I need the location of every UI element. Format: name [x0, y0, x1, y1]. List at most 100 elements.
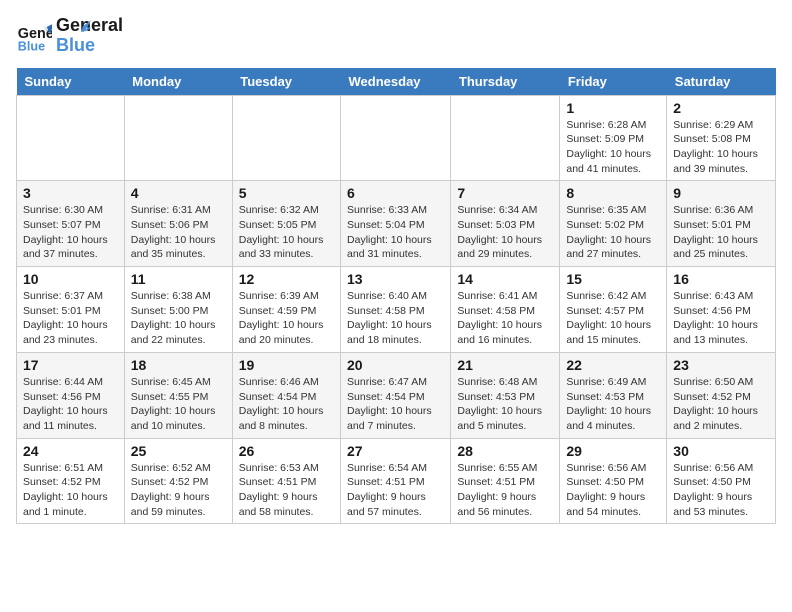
day-details: Sunrise: 6:29 AM Sunset: 5:08 PM Dayligh… [673, 118, 769, 177]
empty-cell [232, 95, 340, 181]
day-number: 1 [566, 100, 660, 116]
day-number: 28 [457, 443, 553, 459]
calendar-day-cell: 3Sunrise: 6:30 AM Sunset: 5:07 PM Daylig… [17, 181, 125, 267]
day-details: Sunrise: 6:35 AM Sunset: 5:02 PM Dayligh… [566, 203, 660, 262]
day-number: 18 [131, 357, 226, 373]
day-details: Sunrise: 6:36 AM Sunset: 5:01 PM Dayligh… [673, 203, 769, 262]
day-details: Sunrise: 6:32 AM Sunset: 5:05 PM Dayligh… [239, 203, 334, 262]
day-number: 10 [23, 271, 118, 287]
day-number: 21 [457, 357, 553, 373]
calendar-day-cell: 23 Sunrise: 6:50 AM Sunset: 4:52 PM Dayli… [667, 352, 776, 438]
calendar-day-cell: 8 Sunrise: 6:35 AM Sunset: 5:02 PM Daylig… [560, 181, 667, 267]
day-details: Sunrise: 6:50 AM Sunset: 4:52 PM Dayligh… [673, 375, 769, 434]
day-details: Sunrise: 6:40 AM Sunset: 4:58 PM Dayligh… [347, 289, 444, 348]
weekday-header-saturday: Saturday [667, 68, 776, 96]
calendar-week-row: 1 Sunrise: 6:28 AM Sunset: 5:09 PM Daylig… [17, 95, 776, 181]
day-details: Sunrise: 6:55 AM Sunset: 4:51 PM Dayligh… [457, 461, 553, 520]
day-details: Sunrise: 6:31 AM Sunset: 5:06 PM Dayligh… [131, 203, 226, 262]
day-details: Sunrise: 6:34 AM Sunset: 5:03 PM Dayligh… [457, 203, 553, 262]
day-number: 12 [239, 271, 334, 287]
day-details: Sunrise: 6:42 AM Sunset: 4:57 PM Dayligh… [566, 289, 660, 348]
weekday-header-wednesday: Wednesday [341, 68, 451, 96]
calendar-day-cell: 6 Sunrise: 6:33 AM Sunset: 5:04 PM Daylig… [341, 181, 451, 267]
calendar-week-row: 17Sunrise: 6:44 AM Sunset: 4:56 PM Dayli… [17, 352, 776, 438]
weekday-header-thursday: Thursday [451, 68, 560, 96]
calendar-day-cell: 17Sunrise: 6:44 AM Sunset: 4:56 PM Dayli… [17, 352, 125, 438]
day-details: Sunrise: 6:33 AM Sunset: 5:04 PM Dayligh… [347, 203, 444, 262]
svg-text:Blue: Blue [18, 39, 45, 53]
day-number: 8 [566, 185, 660, 201]
calendar-week-row: 3Sunrise: 6:30 AM Sunset: 5:07 PM Daylig… [17, 181, 776, 267]
calendar-header: SundayMondayTuesdayWednesdayThursdayFrid… [17, 68, 776, 96]
empty-cell [17, 95, 125, 181]
weekday-header-row: SundayMondayTuesdayWednesdayThursdayFrid… [17, 68, 776, 96]
calendar-day-cell: 14Sunrise: 6:41 AM Sunset: 4:58 PM Dayli… [451, 267, 560, 353]
empty-cell [124, 95, 232, 181]
day-number: 2 [673, 100, 769, 116]
calendar-day-cell: 20 Sunrise: 6:47 AM Sunset: 4:54 PM Dayli… [341, 352, 451, 438]
day-details: Sunrise: 6:54 AM Sunset: 4:51 PM Dayligh… [347, 461, 444, 520]
calendar-day-cell: 12 Sunrise: 6:39 AM Sunset: 4:59 PM Dayli… [232, 267, 340, 353]
calendar-day-cell: 26Sunrise: 6:53 AM Sunset: 4:51 PM Dayli… [232, 438, 340, 524]
calendar-day-cell: 4 Sunrise: 6:31 AM Sunset: 5:06 PM Daylig… [124, 181, 232, 267]
day-details: Sunrise: 6:45 AM Sunset: 4:55 PM Dayligh… [131, 375, 226, 434]
day-details: Sunrise: 6:52 AM Sunset: 4:52 PM Dayligh… [131, 461, 226, 520]
calendar-day-cell: 27 Sunrise: 6:54 AM Sunset: 4:51 PM Dayli… [341, 438, 451, 524]
day-number: 24 [23, 443, 118, 459]
day-details: Sunrise: 6:49 AM Sunset: 4:53 PM Dayligh… [566, 375, 660, 434]
day-number: 17 [23, 357, 118, 373]
day-details: Sunrise: 6:56 AM Sunset: 4:50 PM Dayligh… [673, 461, 769, 520]
page-header: General Blue General Blue [16, 16, 776, 56]
day-number: 11 [131, 271, 226, 287]
calendar-day-cell: 15 Sunrise: 6:42 AM Sunset: 4:57 PM Dayli… [560, 267, 667, 353]
calendar-week-row: 10 Sunrise: 6:37 AM Sunset: 5:01 PM Dayli… [17, 267, 776, 353]
day-number: 25 [131, 443, 226, 459]
calendar-day-cell: 18 Sunrise: 6:45 AM Sunset: 4:55 PM Dayli… [124, 352, 232, 438]
calendar-day-cell: 7 Sunrise: 6:34 AM Sunset: 5:03 PM Daylig… [451, 181, 560, 267]
calendar-day-cell: 1 Sunrise: 6:28 AM Sunset: 5:09 PM Daylig… [560, 95, 667, 181]
calendar-day-cell: 2 Sunrise: 6:29 AM Sunset: 5:08 PM Daylig… [667, 95, 776, 181]
calendar-day-cell: 25 Sunrise: 6:52 AM Sunset: 4:52 PM Dayli… [124, 438, 232, 524]
calendar-table: SundayMondayTuesdayWednesdayThursdayFrid… [16, 68, 776, 525]
calendar-day-cell: 24 Sunrise: 6:51 AM Sunset: 4:52 PM Dayli… [17, 438, 125, 524]
weekday-header-tuesday: Tuesday [232, 68, 340, 96]
day-number: 22 [566, 357, 660, 373]
empty-cell [451, 95, 560, 181]
day-details: Sunrise: 6:51 AM Sunset: 4:52 PM Dayligh… [23, 461, 118, 520]
calendar-day-cell: 29Sunrise: 6:56 AM Sunset: 4:50 PM Dayli… [560, 438, 667, 524]
calendar-day-cell: 22 Sunrise: 6:49 AM Sunset: 4:53 PM Dayli… [560, 352, 667, 438]
day-number: 26 [239, 443, 334, 459]
calendar-day-cell: 11Sunrise: 6:38 AM Sunset: 5:00 PM Dayli… [124, 267, 232, 353]
empty-cell [341, 95, 451, 181]
day-number: 30 [673, 443, 769, 459]
logo: General Blue General Blue [16, 16, 91, 56]
day-number: 27 [347, 443, 444, 459]
calendar-day-cell: 13Sunrise: 6:40 AM Sunset: 4:58 PM Dayli… [341, 267, 451, 353]
calendar-week-row: 24 Sunrise: 6:51 AM Sunset: 4:52 PM Dayli… [17, 438, 776, 524]
day-number: 14 [457, 271, 553, 287]
day-number: 23 [673, 357, 769, 373]
calendar-day-cell: 28 Sunrise: 6:55 AM Sunset: 4:51 PM Dayli… [451, 438, 560, 524]
day-number: 15 [566, 271, 660, 287]
day-details: Sunrise: 6:37 AM Sunset: 5:01 PM Dayligh… [23, 289, 118, 348]
weekday-header-friday: Friday [560, 68, 667, 96]
calendar-day-cell: 16Sunrise: 6:43 AM Sunset: 4:56 PM Dayli… [667, 267, 776, 353]
day-details: Sunrise: 6:28 AM Sunset: 5:09 PM Dayligh… [566, 118, 660, 177]
day-number: 4 [131, 185, 226, 201]
calendar-day-cell: 10 Sunrise: 6:37 AM Sunset: 5:01 PM Dayli… [17, 267, 125, 353]
calendar-body: 1 Sunrise: 6:28 AM Sunset: 5:09 PM Daylig… [17, 95, 776, 524]
day-details: Sunrise: 6:39 AM Sunset: 4:59 PM Dayligh… [239, 289, 334, 348]
day-details: Sunrise: 6:48 AM Sunset: 4:53 PM Dayligh… [457, 375, 553, 434]
calendar-day-cell: 5Sunrise: 6:32 AM Sunset: 5:05 PM Daylig… [232, 181, 340, 267]
calendar-day-cell: 30 Sunrise: 6:56 AM Sunset: 4:50 PM Dayli… [667, 438, 776, 524]
calendar-day-cell: 9Sunrise: 6:36 AM Sunset: 5:01 PM Daylig… [667, 181, 776, 267]
calendar-day-cell: 19Sunrise: 6:46 AM Sunset: 4:54 PM Dayli… [232, 352, 340, 438]
day-details: Sunrise: 6:43 AM Sunset: 4:56 PM Dayligh… [673, 289, 769, 348]
day-number: 20 [347, 357, 444, 373]
day-details: Sunrise: 6:47 AM Sunset: 4:54 PM Dayligh… [347, 375, 444, 434]
calendar-day-cell: 21 Sunrise: 6:48 AM Sunset: 4:53 PM Dayli… [451, 352, 560, 438]
day-number: 7 [457, 185, 553, 201]
day-number: 6 [347, 185, 444, 201]
day-number: 3 [23, 185, 118, 201]
logo-bird-icon [63, 18, 91, 46]
